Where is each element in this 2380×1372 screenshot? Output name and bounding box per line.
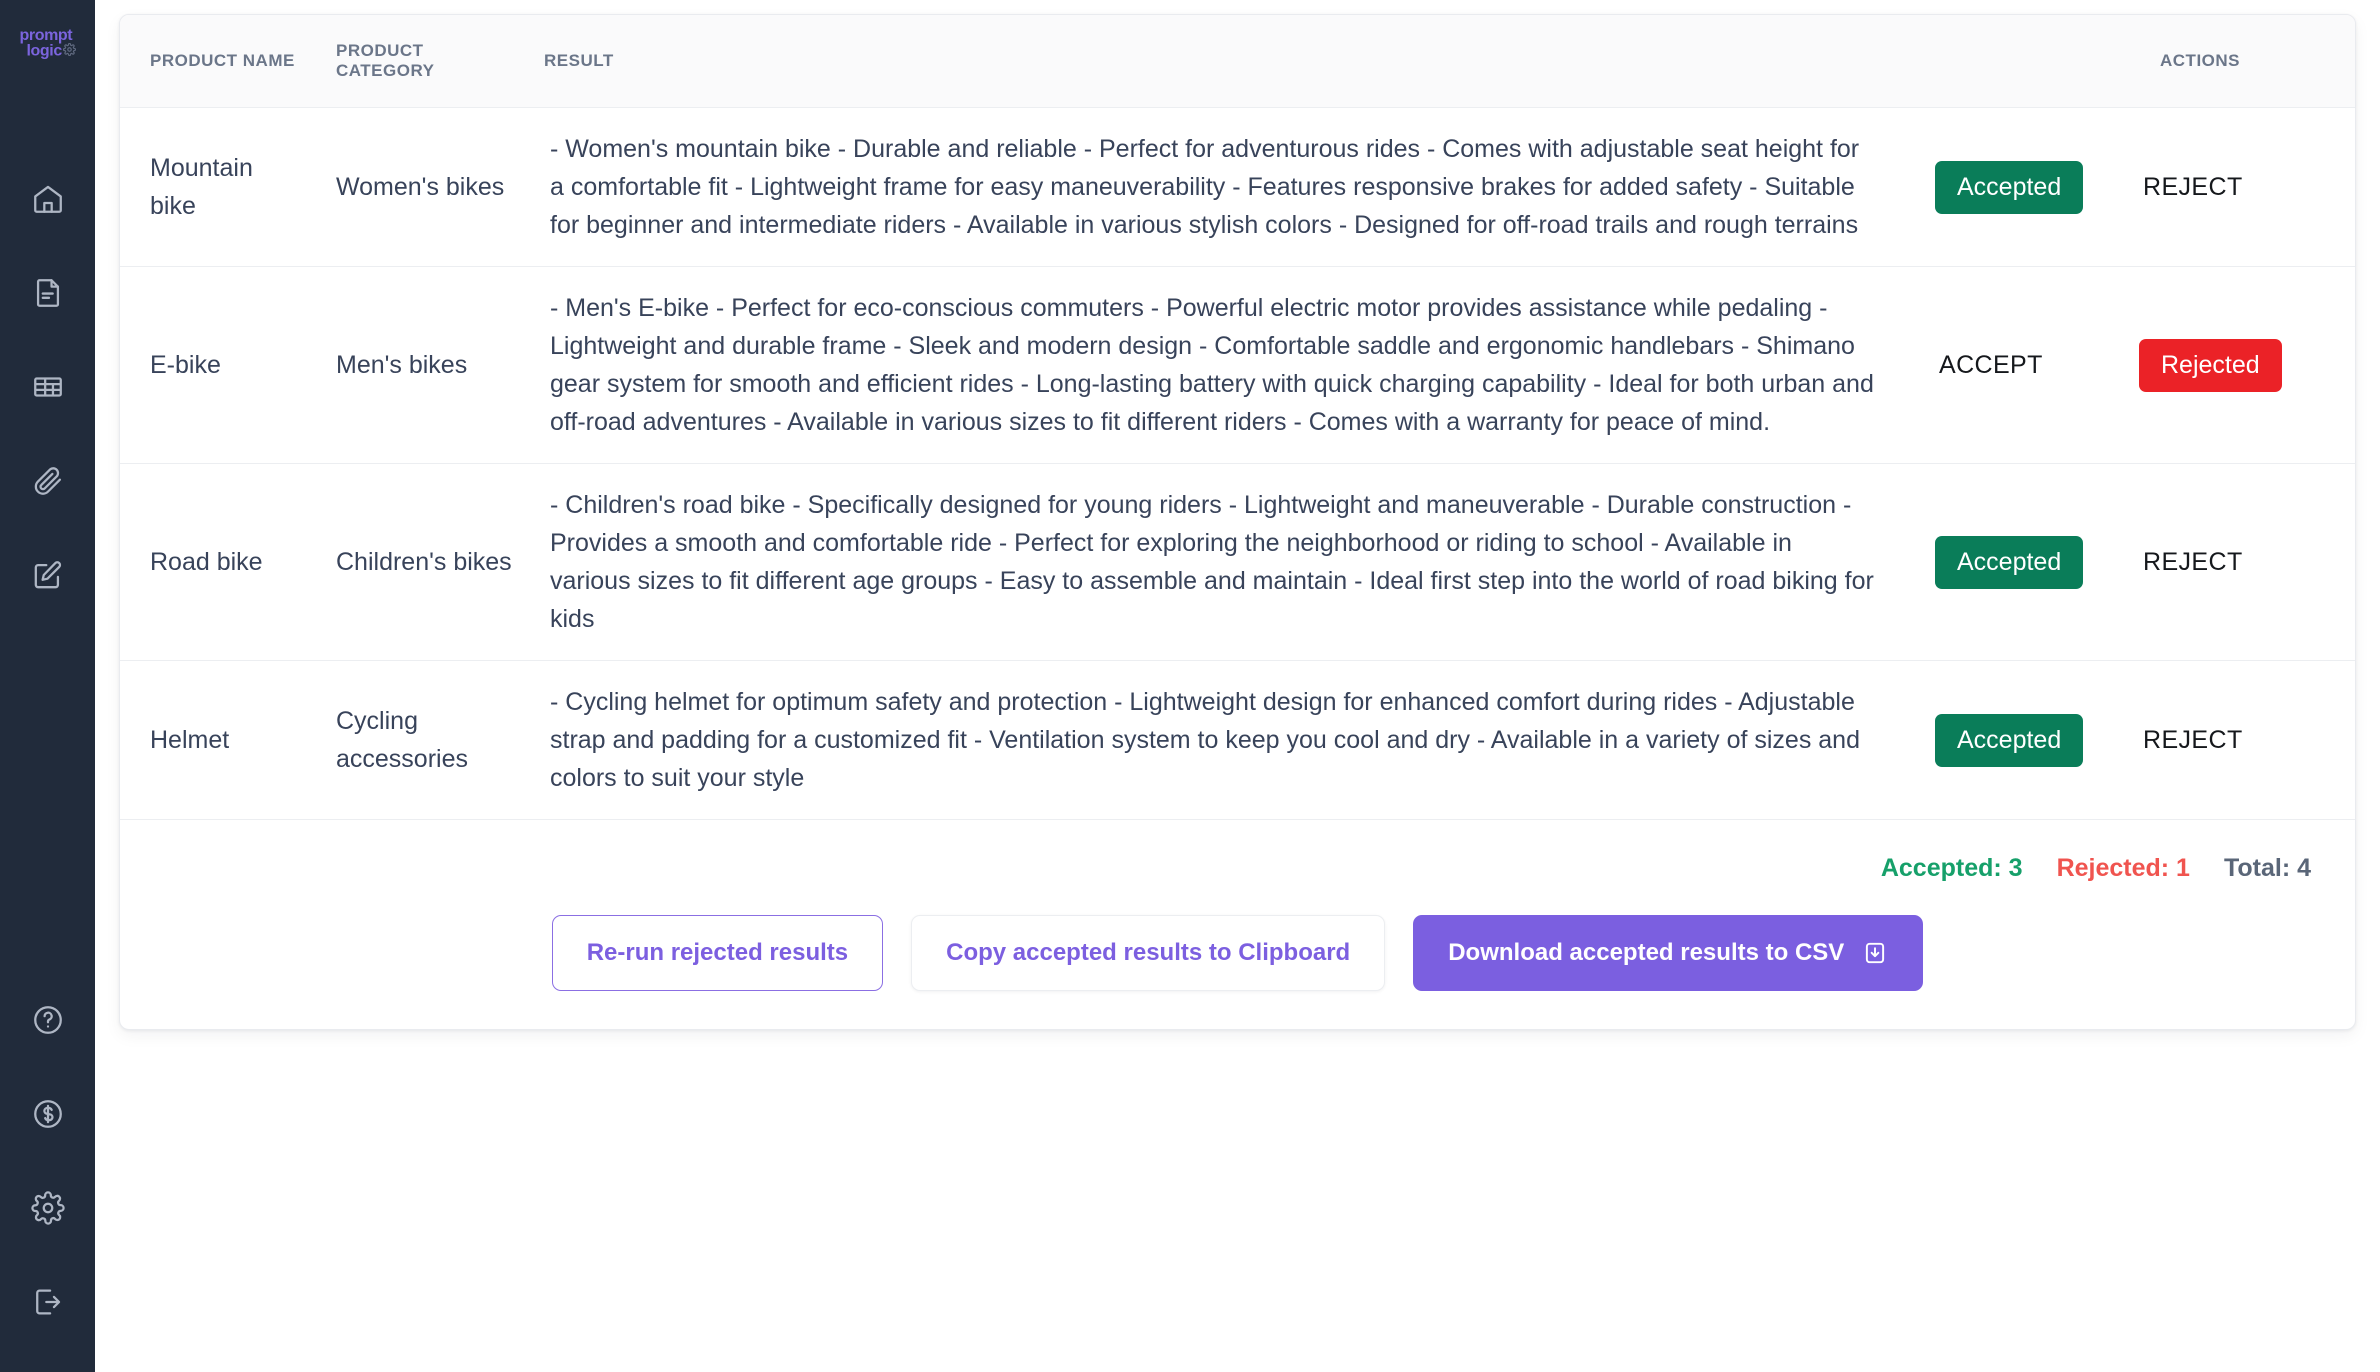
logout-icon [31, 1285, 65, 1319]
logo-line-2-text: logic [26, 42, 63, 60]
sidebar-item-settings[interactable] [26, 1186, 70, 1230]
cell-actions: Accepted REJECT [1915, 463, 2355, 661]
edit-square-icon [31, 558, 65, 592]
accept-button[interactable]: Accepted [1935, 713, 2084, 767]
results-summary: Accepted: 3 Rejected: 1 Total: 4 [120, 820, 2355, 893]
download-csv-button[interactable]: Download accepted results to CSV [1413, 915, 1924, 991]
download-csv-label: Download accepted results to CSV [1448, 939, 1845, 966]
cell-result: - Women's mountain bike - Durable and re… [528, 107, 1915, 267]
table-body: Mountain bike Women's bikes - Women's mo… [120, 107, 2355, 820]
logo-line-2: logic [20, 43, 86, 59]
column-header-product-category-line2: CATEGORY [336, 61, 435, 80]
card-footer: Accepted: 3 Rejected: 1 Total: 4 Re-run … [120, 820, 2355, 1029]
table-row: Road bike Children's bikes - Children's … [120, 463, 2355, 661]
table-header-row: PRODUCT NAME PRODUCT CATEGORY RESULT ACT… [120, 15, 2355, 108]
sidebar-item-edit[interactable] [26, 553, 70, 597]
reject-button[interactable]: Rejected [2139, 338, 2282, 392]
cell-product-name: Road bike [120, 463, 320, 661]
cell-product-category: Cycling accessories [320, 660, 528, 820]
main-content: PRODUCT NAME PRODUCT CATEGORY RESULT ACT… [95, 0, 2380, 1372]
results-card: PRODUCT NAME PRODUCT CATEGORY RESULT ACT… [119, 14, 2356, 1030]
download-icon [1862, 940, 1888, 966]
table-header: PRODUCT NAME PRODUCT CATEGORY RESULT ACT… [120, 15, 2355, 108]
rerun-rejected-button[interactable]: Re-run rejected results [551, 915, 884, 991]
stat-total: Total: 4 [2223, 854, 2311, 882]
column-header-product-category: PRODUCT CATEGORY [320, 15, 528, 108]
app-logo[interactable]: prompt logic [10, 27, 86, 59]
gear-icon [62, 43, 76, 59]
reject-button[interactable]: REJECT [2139, 536, 2247, 589]
accept-button[interactable]: Accepted [1935, 160, 2084, 214]
reject-button[interactable]: REJECT [2139, 161, 2247, 214]
sidebar-item-documents[interactable] [26, 271, 70, 315]
copy-accepted-button[interactable]: Copy accepted results to Clipboard [911, 915, 1386, 991]
logo-line-1: prompt [19, 27, 73, 44]
paperclip-icon [31, 464, 65, 498]
table-row: Mountain bike Women's bikes - Women's mo… [120, 107, 2355, 267]
cell-product-category: Women's bikes [320, 107, 528, 267]
cell-actions: ACCEPT Rejected [1915, 266, 2355, 464]
cell-product-name: Mountain bike [120, 107, 320, 267]
sidebar-item-home[interactable] [26, 177, 70, 221]
cell-actions: Accepted REJECT [1915, 107, 2355, 267]
sidebar-item-tables[interactable] [26, 365, 70, 409]
cell-actions: Accepted REJECT [1915, 660, 2355, 820]
footer-actions: Re-run rejected results Copy accepted re… [120, 893, 2355, 991]
cell-result: - Men's E-bike - Perfect for eco-conscio… [528, 266, 1915, 464]
results-table: PRODUCT NAME PRODUCT CATEGORY RESULT ACT… [120, 15, 2355, 820]
gear-icon [30, 1191, 65, 1225]
sidebar-item-help[interactable] [26, 998, 70, 1042]
table-row: E-bike Men's bikes - Men's E-bike - Perf… [120, 266, 2355, 464]
table-row: Helmet Cycling accessories - Cycling hel… [120, 660, 2355, 820]
sidebar-item-billing[interactable] [26, 1092, 70, 1136]
cell-product-category: Men's bikes [320, 266, 528, 464]
accept-button[interactable]: Accepted [1935, 535, 2084, 589]
cell-result: - Cycling helmet for optimum safety and … [528, 660, 1915, 820]
cell-result: - Children's road bike - Specifically de… [528, 463, 1915, 661]
sidebar-item-attachments[interactable] [26, 459, 70, 503]
reject-button[interactable]: REJECT [2139, 714, 2247, 767]
sidebar-nav-top [26, 177, 70, 597]
sidebar: prompt logic [0, 0, 95, 1372]
help-circle-icon [31, 1003, 65, 1037]
cell-product-name: Helmet [120, 660, 320, 820]
sidebar-item-logout[interactable] [26, 1280, 70, 1324]
column-header-product-name: PRODUCT NAME [120, 15, 320, 108]
stat-rejected: Rejected: 1 [2056, 854, 2190, 882]
dollar-circle-icon [31, 1097, 65, 1131]
cell-product-category: Children's bikes [320, 463, 528, 661]
cell-product-name: E-bike [120, 266, 320, 464]
table-icon [31, 370, 65, 404]
sidebar-nav-bottom [0, 998, 95, 1324]
accept-button[interactable]: ACCEPT [1935, 339, 2047, 392]
home-icon [31, 182, 65, 216]
column-header-actions: ACTIONS [1915, 15, 2355, 108]
column-header-product-category-line1: PRODUCT [336, 41, 424, 60]
column-header-result: RESULT [528, 15, 1915, 108]
stat-accepted: Accepted: 3 [1880, 854, 2023, 882]
document-icon [31, 276, 65, 310]
